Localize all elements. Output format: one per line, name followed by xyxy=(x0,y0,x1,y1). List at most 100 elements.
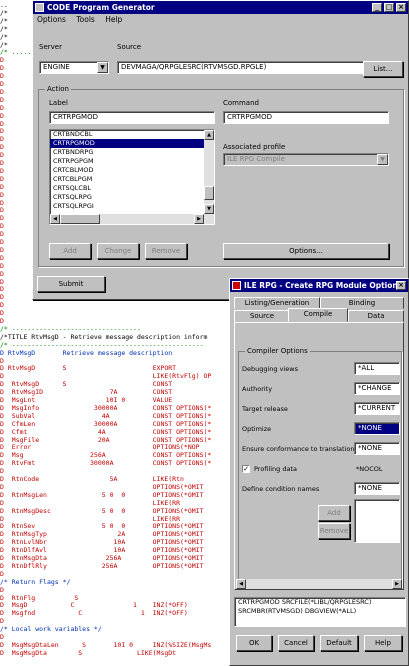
code-line: D MsgMsgDta S LIKE(MsgDt xyxy=(0,649,177,657)
app-icon xyxy=(232,281,241,290)
minimize-icon[interactable]: _ xyxy=(372,3,382,12)
menu-help[interactable]: Help xyxy=(105,15,122,24)
tab-compile[interactable]: Compile xyxy=(288,308,348,322)
code-line: D RtnCode 5A LIKE(Rtn xyxy=(0,476,184,483)
assoc-profile-value: ILE RPG Compile xyxy=(227,155,285,163)
list-vscrollbar[interactable]: ▲ ▼ xyxy=(204,130,214,224)
action-list-items: CRTBNDCBL CRTRPGMOD CRTBNDRPG CRTRPGPGM CRTC… xyxy=(50,130,214,211)
close-icon[interactable]: × xyxy=(396,281,406,290)
code-line: D LIKE(RR xyxy=(0,499,181,507)
list-button[interactable]: List... xyxy=(363,61,403,77)
option-field[interactable]: *NONE xyxy=(354,482,400,495)
code-line: D MsgMsgDtaLen S 10I 0 INZ(%SIZE(MsgMs xyxy=(0,641,212,649)
code-line: D MsgD C 1 INZ(*OFF) xyxy=(0,602,188,610)
list-item[interactable]: CRTRPGMOD xyxy=(50,139,214,148)
code-line: D RtnMsgLen 5 0 0 OPTIONS(*OMIT xyxy=(0,491,204,499)
server-value: ENGINE xyxy=(43,63,70,71)
code-line: D SubVal 4A CONST OPTIONS(* xyxy=(0,412,212,420)
list-item[interactable]: CRTCBLMOD xyxy=(50,166,214,175)
scroll-thumb[interactable] xyxy=(204,186,214,200)
server-select[interactable]: ENGINE ▼ xyxy=(39,61,109,74)
command-field[interactable]: CRTRPGMOD xyxy=(223,111,389,124)
menu-options[interactable]: Options xyxy=(37,15,66,24)
code-line: D RtnMsgDesc 5 0 0 OPTIONS(*OMIT xyxy=(0,507,204,515)
generator-titlebar[interactable]: CODE Program Generator _ □ × xyxy=(33,1,408,14)
list-item[interactable]: CRTCBLPGM xyxy=(50,175,214,184)
code-line: D Cfmt 4A CONST OPTIONS(* xyxy=(0,428,212,436)
options-button[interactable]: Options... xyxy=(223,243,389,259)
code-line: D xyxy=(0,634,4,641)
list-item[interactable]: CRTRPGPGM xyxy=(50,157,214,166)
remove-condition-button[interactable]: Remove xyxy=(318,523,350,539)
options-hscrollbar[interactable]: ◀ ▶ xyxy=(236,579,402,589)
list-item[interactable]: CRTBNDCBL xyxy=(50,130,214,139)
chevron-down-icon[interactable]: ▼ xyxy=(97,62,108,73)
list-item[interactable]: CRTSQLCBL xyxy=(50,184,214,193)
code-line: D MsgInfo 30000A CONST OPTIONS(* xyxy=(0,404,212,412)
condition-names-list[interactable] xyxy=(354,499,400,543)
assoc-profile-select: ILE RPG Compile ▼ xyxy=(223,153,389,166)
scroll-down-icon[interactable]: ▼ xyxy=(204,204,214,214)
option-field[interactable]: *CHANGE xyxy=(354,382,400,395)
code-line: D RtnSev 5 0 0 OPTIONS(*OMIT xyxy=(0,523,204,531)
scroll-right-icon[interactable]: ▶ xyxy=(392,579,402,589)
source-field[interactable]: DEVMAGA/QRPGLESRC(RTVMSGD.RPGLE) xyxy=(117,61,387,74)
code-line: D RtvFmt 30000A CONST OPTIONS(* xyxy=(0,460,212,468)
code-line: D RtnDlfAvl 10A OPTIONS(*OMIT xyxy=(0,547,204,555)
remove-action-button[interactable]: Remove xyxy=(145,243,187,259)
command-preview: CRTRPGMOD SRCFILE(*LIBL/QRPGLESRC) SRCMB… xyxy=(234,597,406,627)
label-field[interactable]: CRTRPGMOD xyxy=(49,111,215,124)
add-action-button[interactable]: Add xyxy=(49,243,91,259)
code-line: D RtnFlg S xyxy=(0,594,153,602)
submit-button[interactable]: Submit xyxy=(37,276,105,292)
scroll-up-icon[interactable]: ▲ xyxy=(204,130,214,140)
ok-button[interactable]: OK xyxy=(236,635,272,651)
code-line: D CfmLen 30000A CONST OPTIONS(* xyxy=(0,420,212,428)
scroll-left-icon[interactable]: ◀ xyxy=(50,214,60,224)
code-line: D RtvMsgD Retrieve message description xyxy=(0,349,173,357)
list-hscrollbar[interactable]: ◀ ▶ xyxy=(50,214,214,224)
close-icon[interactable]: × xyxy=(396,3,406,12)
option-field[interactable]: *ALL xyxy=(354,362,400,375)
option-field[interactable]: *NONE xyxy=(354,422,400,435)
action-group-title: Action xyxy=(45,85,71,93)
tab-source[interactable]: Source xyxy=(234,310,290,322)
code-line: D xyxy=(0,468,4,476)
help-button[interactable]: Help xyxy=(364,635,402,651)
option-field[interactable]: *NONE xyxy=(354,442,400,455)
code-line: /* --------------------------------- xyxy=(0,325,141,333)
server-label: Server xyxy=(39,43,62,51)
cancel-button[interactable]: Cancel xyxy=(278,635,314,651)
code-line: /*TITLE RtvMsgD - Retrieve message descr… xyxy=(0,333,208,341)
code-line: D RtnDflRly 256A OPTIONS(*OMIT xyxy=(0,562,204,570)
menu-tools[interactable]: Tools xyxy=(76,15,94,24)
code-line: D xyxy=(0,302,4,310)
option-value: *NOCOL xyxy=(356,465,383,473)
tab-data[interactable]: Data xyxy=(348,310,404,322)
option-label: Optimize xyxy=(242,425,272,433)
menu-bar: Options Tools Help xyxy=(33,14,408,26)
default-button[interactable]: Default xyxy=(320,635,358,651)
scroll-left-icon[interactable]: ◀ xyxy=(236,579,246,589)
code-line: D xyxy=(0,357,4,365)
scroll-right-icon[interactable]: ▶ xyxy=(194,214,204,224)
code-line: D xyxy=(0,318,4,325)
options-titlebar[interactable]: ILE RPG - Create RPG Module Options × xyxy=(230,279,408,292)
add-condition-button[interactable]: Add xyxy=(318,505,350,521)
option-label: Debugging views xyxy=(242,365,298,373)
profiling-checkbox[interactable]: ✓ xyxy=(242,465,250,473)
list-item[interactable]: CRTSQLRPGI xyxy=(50,202,214,211)
code-line: D RtnLvlNbr 10A OPTIONS(*OMIT xyxy=(0,539,204,547)
maximize-icon[interactable]: □ xyxy=(384,3,394,12)
option-label: Target release xyxy=(242,405,288,413)
list-item[interactable]: CRTBNDRPG xyxy=(50,148,214,157)
code-line: D MsgLnt 10I 0 VALUE xyxy=(0,397,173,404)
change-action-button[interactable]: Change xyxy=(97,243,139,259)
list-item[interactable]: CRTSQLRPG xyxy=(50,193,214,202)
code-line: D Msgfnd C 1 INZ(*OFF) xyxy=(0,610,188,618)
hscroll-thumb[interactable] xyxy=(60,214,100,224)
code-line: D Msg 256A CONST OPTIONS(* xyxy=(0,452,212,460)
action-list[interactable]: CRTBNDCBL CRTRPGMOD CRTBNDRPG CRTRPGPGM CRTC… xyxy=(49,129,215,225)
option-field[interactable]: *CURRENT xyxy=(354,402,400,415)
command-preview-text: CRTRPGMOD SRCFILE(*LIBL/QRPGLESRC) SRCMB… xyxy=(238,598,372,615)
